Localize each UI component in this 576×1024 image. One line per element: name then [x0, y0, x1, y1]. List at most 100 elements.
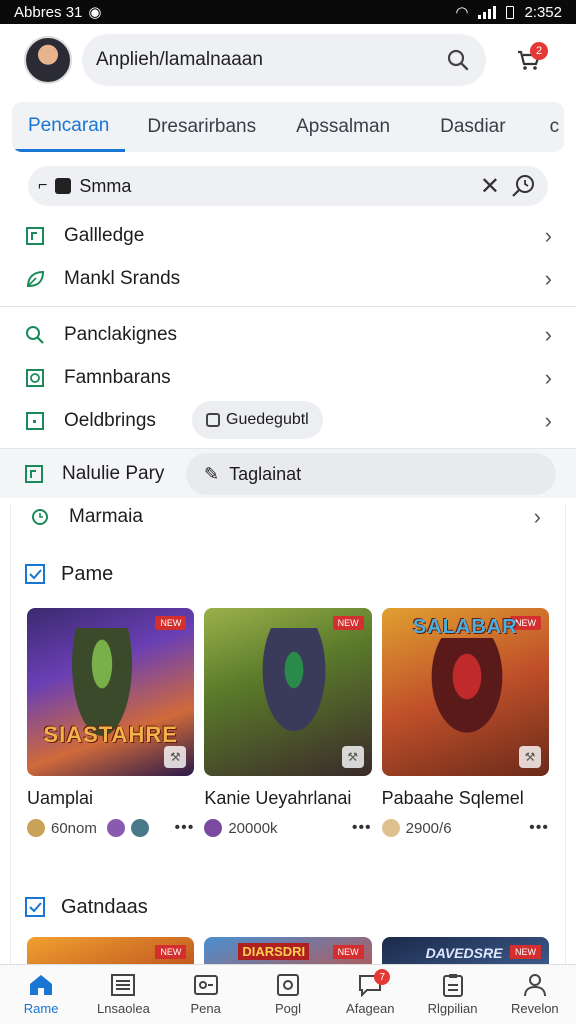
- menu-item-mankl-srands[interactable]: Mankl Srands ›: [0, 257, 576, 300]
- avatar[interactable]: [24, 36, 72, 84]
- wrench-icon[interactable]: ⚒: [341, 746, 364, 768]
- list-icon: [111, 974, 136, 996]
- game-name: Kanie Ueyahrlanai: [204, 788, 352, 808]
- tab-dasdiar[interactable]: Dasdiar: [406, 102, 521, 152]
- leaf-icon: [24, 268, 46, 290]
- nav-label: Rame: [23, 1001, 59, 1016]
- game-name: Pabaahe Sqlemel: [381, 788, 524, 808]
- search-icon[interactable]: [446, 48, 470, 72]
- chevron-right-icon: ›: [544, 364, 552, 390]
- battery-icon: [506, 5, 515, 19]
- game-meta: 60nom •••: [27, 819, 194, 837]
- avatar: [27, 819, 45, 837]
- new-tag: NEW: [155, 945, 187, 959]
- nav-label: Pogl: [274, 1001, 301, 1016]
- clear-icon[interactable]: ✕: [480, 172, 500, 201]
- square-icon: [24, 410, 46, 432]
- menu-item-label: Mankl Srands: [64, 267, 181, 289]
- more-options-icon[interactable]: •••: [352, 819, 372, 837]
- menu-item-oeldbrings[interactable]: Oeldbrings Guedegubtl ›: [0, 399, 576, 442]
- game-meta: 20000k •••: [204, 819, 371, 837]
- nav-camera[interactable]: Pogl: [247, 965, 329, 1024]
- nav-games[interactable]: Pena: [165, 965, 247, 1024]
- game-card[interactable]: NEW SIASTAHRE ⚒ Uamplai 60nom •••: [27, 608, 195, 837]
- game-logo: SIASTAHRE: [43, 722, 178, 747]
- tab-dresarirbans[interactable]: Dresarirbans: [125, 102, 272, 152]
- home-icon: [30, 975, 53, 995]
- wrench-icon[interactable]: ⚒: [518, 746, 541, 768]
- back-arrow-icon[interactable]: ⌐: [38, 177, 47, 195]
- wifi-icon: ◠: [455, 4, 469, 21]
- game-card[interactable]: NEW ⚒ Kanie Ueyahrlanai 20000k •••: [204, 608, 372, 837]
- history-search-icon[interactable]: [508, 171, 538, 201]
- section-header: Pame: [11, 556, 565, 592]
- game-thumbnail[interactable]: NEW ⚒: [204, 608, 372, 776]
- game-thumbnail[interactable]: NEW SALABAR ⚒: [381, 608, 549, 776]
- guide-chip-label: Guedegubtl: [226, 411, 309, 428]
- filter-search-text: Smma: [79, 175, 132, 196]
- divider: [0, 306, 576, 307]
- nav-label: Afagean: [346, 1001, 395, 1016]
- copy-icon: [206, 413, 220, 427]
- sync-icon: ◉: [88, 4, 102, 21]
- promo-row[interactable]: Nalulie Pary ✎ Taglainat: [0, 448, 576, 498]
- chevron-right-icon: ›: [533, 504, 541, 529]
- tab-apssalman[interactable]: Apssalman: [272, 102, 406, 152]
- player-count: 2900/6: [405, 819, 452, 837]
- filter-icon: [55, 178, 72, 194]
- section-header: Gatndaas: [11, 889, 565, 925]
- menu-item-famnbarans[interactable]: Famnbarans ›: [0, 356, 576, 399]
- nav-profile[interactable]: Revelon: [494, 965, 576, 1024]
- nav-messages[interactable]: 7 Afagean: [329, 965, 411, 1024]
- promo-label: Nalulie Pary: [62, 462, 165, 484]
- menu-item-label: Panclakignes: [64, 323, 178, 345]
- cart-button[interactable]: 2: [504, 36, 552, 84]
- section-title: Pame: [61, 562, 114, 585]
- avatar: [381, 819, 400, 837]
- guide-chip[interactable]: Guedegubtl: [192, 401, 323, 439]
- more-options-icon[interactable]: •••: [175, 819, 195, 837]
- new-tag: NEW: [332, 616, 364, 630]
- more-options-icon[interactable]: •••: [529, 819, 549, 837]
- tag-icon: [24, 464, 44, 484]
- filter-search-field[interactable]: ⌐ Smma ✕: [28, 166, 548, 206]
- gamepad-icon: [193, 975, 218, 995]
- top-bar: Anplieh/lamalnaaan 2: [0, 24, 576, 96]
- chevron-right-icon: ›: [544, 222, 552, 248]
- menu-item-panclakignes[interactable]: Panclakignes ›: [0, 313, 576, 356]
- new-tag: NEW: [155, 616, 187, 630]
- camera-icon: [276, 974, 299, 996]
- profile-icon: [523, 974, 546, 997]
- tab-overflow[interactable]: c: [522, 102, 564, 152]
- clock-icon: [29, 506, 51, 528]
- frame-icon: [24, 367, 46, 389]
- tag-chip[interactable]: ✎ Taglainat: [186, 453, 556, 495]
- status-carrier: Abbres 31: [14, 3, 83, 21]
- nav-label: Pena: [190, 1001, 221, 1016]
- status-time: 2:352: [524, 3, 562, 21]
- game-name: Uamplai: [27, 788, 94, 808]
- game-logo: SALABAR: [412, 616, 518, 638]
- menu-item-marmaia[interactable]: Marmaia ›: [11, 504, 565, 530]
- menu-item-label: Famnbarans: [64, 366, 171, 388]
- menu-item-gallledge[interactable]: Gallledge ›: [0, 214, 576, 257]
- wrench-icon[interactable]: ⚒: [164, 746, 187, 768]
- bottom-nav: Rame Lnsaolea Pena Pogl 7 Afagean Rlgpil…: [0, 964, 576, 1024]
- pencil-icon: ✎: [204, 463, 220, 484]
- notification-badge: 7: [374, 969, 391, 985]
- new-tag: NEW: [509, 945, 541, 959]
- game-thumbnail[interactable]: NEW SIASTAHRE ⚒: [27, 608, 195, 776]
- section-title: Gatndaas: [61, 895, 148, 918]
- nav-tasks[interactable]: Rlgpilian: [411, 965, 493, 1024]
- content-card: Marmaia › Pame NEW SIASTAHRE ⚒ Uamplai 6…: [10, 504, 566, 997]
- checkbox-icon: [25, 897, 45, 917]
- game-card[interactable]: NEW SALABAR ⚒ Pabaahe Sqlemel 2900/6 •••: [381, 608, 549, 837]
- avatar: [130, 819, 149, 837]
- nav-list[interactable]: Lnsaolea: [82, 965, 164, 1024]
- new-tag: NEW: [332, 945, 364, 959]
- menu-list: Gallledge › Mankl Srands › Panclakignes …: [0, 214, 576, 442]
- nav-home[interactable]: Rame: [0, 965, 82, 1024]
- search-input[interactable]: Anplieh/lamalnaaan: [82, 34, 486, 86]
- tab-pencaran[interactable]: Pencaran: [12, 102, 126, 152]
- menu-item-label: Marmaia: [69, 506, 143, 527]
